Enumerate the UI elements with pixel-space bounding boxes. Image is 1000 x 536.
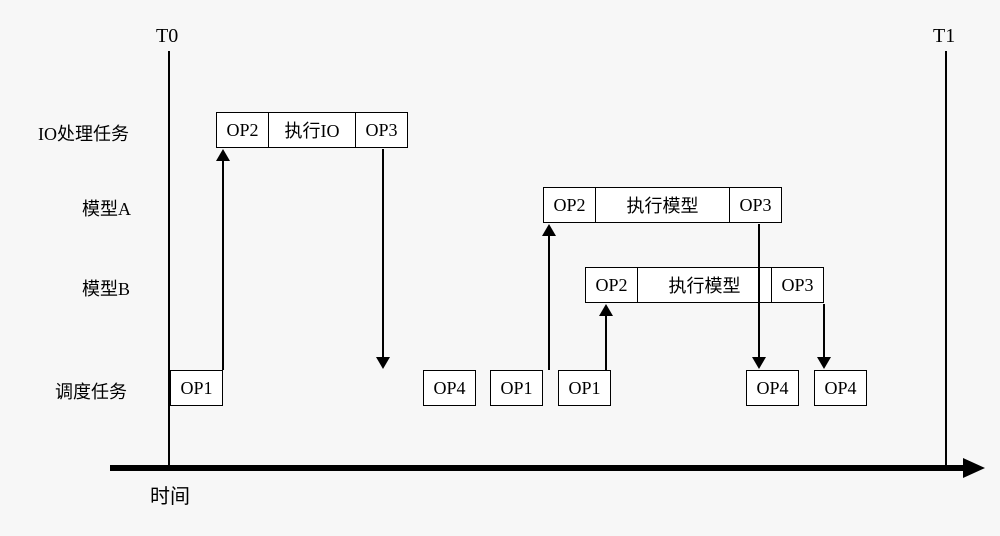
model-a-exec-box: 执行模型 [595,187,730,223]
model-a-op2-box: OP2 [543,187,596,223]
arrowhead-down-icon [752,357,766,369]
io-op3-box: OP3 [355,112,408,148]
op-label: OP4 [756,378,788,399]
op-label: OP3 [781,275,813,296]
model-b-exec-box: 执行模型 [637,267,772,303]
time-axis-arrowhead-icon [963,458,985,478]
op-label: OP3 [365,120,397,141]
exec-label: 执行模型 [627,192,699,218]
exec-label: 执行IO [285,117,340,143]
schedule-op1-box-1: OP1 [170,370,223,406]
model-b-op3-box: OP3 [771,267,824,303]
diagram-canvas: T0 T1 IO处理任务 模型A 模型B 调度任务 OP2 执行IO OP3 O… [0,0,1000,536]
op-label: OP2 [595,275,627,296]
arrowhead-up-icon [599,304,613,316]
schedule-op1-box-2: OP1 [490,370,543,406]
time-start-label: T0 [156,25,178,48]
op-label: OP4 [433,378,465,399]
model-b-op2-box: OP2 [585,267,638,303]
arrowhead-up-icon [542,224,556,236]
schedule-op1-box-3: OP1 [558,370,611,406]
arrowhead-down-icon [817,357,831,369]
time-axis-label: 时间 [150,480,190,509]
arrowhead-up-icon [216,149,230,161]
op-label: OP1 [180,378,212,399]
time-end-label: T1 [933,25,955,48]
row-label-io: IO处理任务 [38,120,129,146]
op-label: OP2 [553,195,585,216]
io-exec-box: 执行IO [268,112,356,148]
arrow-up-icon [548,235,550,370]
exec-label: 执行模型 [669,272,741,298]
op-label: OP1 [500,378,532,399]
schedule-op4-box-2: OP4 [746,370,799,406]
op-label: OP2 [226,120,258,141]
arrow-down-icon [823,304,825,359]
io-op2-box: OP2 [216,112,269,148]
model-a-op3-box: OP3 [729,187,782,223]
op-label: OP1 [568,378,600,399]
schedule-op4-box-3: OP4 [814,370,867,406]
op-label: OP3 [739,195,771,216]
op-label: OP4 [824,378,856,399]
row-label-model-a: 模型A [82,195,131,221]
row-label-schedule: 调度任务 [55,378,127,404]
arrow-up-icon [222,160,224,370]
row-label-model-b: 模型B [82,275,130,301]
arrow-up-icon [605,315,607,370]
time-axis-line [110,465,965,471]
time-end-tick [945,51,947,468]
arrow-down-icon [382,149,384,359]
schedule-op4-box-1: OP4 [423,370,476,406]
arrowhead-down-icon [376,357,390,369]
arrow-down-icon [758,224,760,359]
